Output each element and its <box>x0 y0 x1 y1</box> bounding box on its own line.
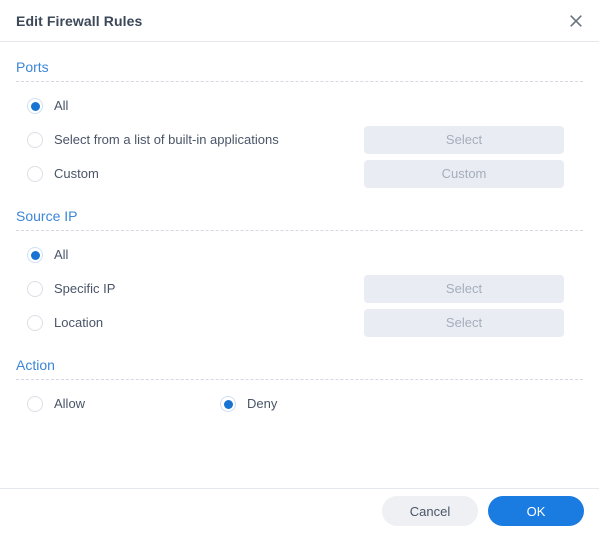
row-action: Allow Deny <box>16 387 583 421</box>
ports-custom-button[interactable]: Custom <box>364 160 564 188</box>
radio-label-ports-all: All <box>54 98 69 113</box>
radio-option-ports-custom[interactable]: Custom <box>16 157 364 191</box>
row-ports-builtin: Select from a list of built-in applicati… <box>16 123 583 157</box>
section-divider-source-ip <box>16 230 583 231</box>
ports-builtin-select-button[interactable]: Select <box>364 126 564 154</box>
section-title-source-ip: Source IP <box>16 208 78 224</box>
radio-label-ports-custom: Custom <box>54 166 99 181</box>
radio-option-source-ip-specific[interactable]: Specific IP <box>16 272 364 306</box>
radio-option-ports-builtin[interactable]: Select from a list of built-in applicati… <box>16 123 364 157</box>
cancel-button[interactable]: Cancel <box>382 496 478 526</box>
radio-icon-source-ip-specific[interactable] <box>27 281 43 297</box>
edit-firewall-rules-dialog: Edit Firewall Rules Ports All Select fro… <box>0 0 599 533</box>
section-action: Action Allow Deny <box>16 340 583 421</box>
radio-label-source-ip-specific: Specific IP <box>54 281 116 296</box>
dialog-footer: Cancel OK <box>0 488 599 533</box>
radio-icon-action-deny[interactable] <box>220 396 236 412</box>
dialog-body: Ports All Select from a list of built-in… <box>0 42 599 488</box>
radio-label-ports-builtin: Select from a list of built-in applicati… <box>54 132 279 147</box>
section-ports: Ports All Select from a list of built-in… <box>16 42 583 191</box>
dialog-title: Edit Firewall Rules <box>16 12 143 29</box>
ports-options: All Select from a list of built-in appli… <box>16 84 583 191</box>
section-divider-ports <box>16 81 583 82</box>
section-title-action: Action <box>16 357 55 373</box>
action-options: Allow Deny <box>16 382 583 421</box>
source-ip-options: All Specific IP Select Location Select <box>16 233 583 340</box>
close-icon[interactable] <box>563 8 589 34</box>
radio-label-source-ip-all: All <box>54 247 69 262</box>
radio-icon-ports-builtin[interactable] <box>27 132 43 148</box>
radio-option-ports-all[interactable]: All <box>16 89 364 123</box>
radio-option-action-deny[interactable]: Deny <box>209 387 277 421</box>
row-source-ip-specific: Specific IP Select <box>16 272 583 306</box>
source-ip-location-select-button[interactable]: Select <box>364 309 564 337</box>
section-divider-action <box>16 379 583 380</box>
section-source-ip: Source IP All Specific IP Select Locatio… <box>16 191 583 340</box>
radio-icon-ports-all[interactable] <box>27 98 43 114</box>
radio-option-source-ip-all[interactable]: All <box>16 238 364 272</box>
radio-label-action-deny: Deny <box>247 396 278 411</box>
radio-icon-ports-custom[interactable] <box>27 166 43 182</box>
source-ip-specific-select-button[interactable]: Select <box>364 275 564 303</box>
radio-option-action-allow[interactable]: Allow <box>16 387 209 421</box>
dialog-titlebar: Edit Firewall Rules <box>0 0 599 42</box>
row-ports-all: All <box>16 89 583 123</box>
row-source-ip-all: All <box>16 238 583 272</box>
radio-label-source-ip-location: Location <box>54 315 104 330</box>
row-ports-custom: Custom Custom <box>16 157 583 191</box>
radio-icon-source-ip-all[interactable] <box>27 247 43 263</box>
section-title-ports: Ports <box>16 59 49 75</box>
radio-icon-action-allow[interactable] <box>27 396 43 412</box>
radio-label-action-allow: Allow <box>54 396 86 411</box>
radio-icon-source-ip-location[interactable] <box>27 315 43 331</box>
row-source-ip-location: Location Select <box>16 306 583 340</box>
ok-button[interactable]: OK <box>488 496 584 526</box>
radio-option-source-ip-location[interactable]: Location <box>16 306 364 340</box>
